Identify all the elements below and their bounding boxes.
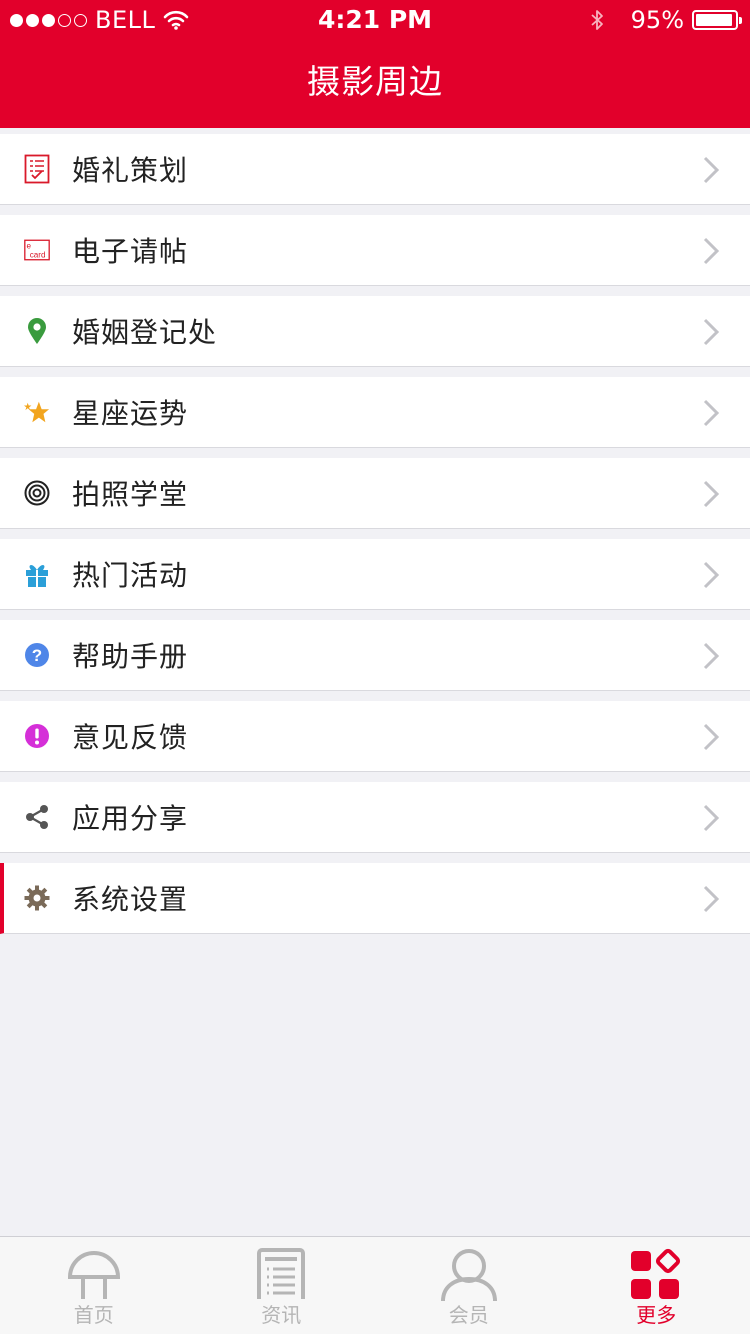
menu-item[interactable]: 婚礼策划 (0, 134, 750, 205)
battery-percent: 95% (630, 6, 684, 34)
battery-fill (696, 14, 733, 26)
menu-item[interactable]: 系统设置 (0, 863, 750, 934)
chevron-right-icon (702, 318, 720, 346)
tab-label: 会员 (444, 1299, 493, 1328)
tab-label: 资讯 (257, 1299, 306, 1328)
menu-item[interactable]: ? 帮助手册 (0, 620, 750, 691)
chevron-right-icon (702, 723, 720, 751)
menu-item[interactable]: 应用分享 (0, 782, 750, 853)
menu-item[interactable]: e card 电子请帖 (0, 215, 750, 286)
help-icon: ? (24, 642, 50, 668)
menu-list: 婚礼策划 e card 电子请帖 婚姻登记处 星座运势 拍照学堂 热门活动? 帮助手册 意见反馈应… (0, 134, 750, 944)
target-icon (24, 480, 50, 506)
menu-item[interactable]: 热门活动 (0, 539, 750, 610)
chevron-right-icon (702, 804, 720, 832)
status-right: 95% (589, 0, 742, 40)
bluetooth-icon (591, 10, 603, 30)
menu-item-label: 热门活动 (72, 559, 189, 592)
svg-text:card: card (30, 250, 46, 259)
status-bar: BELL 4:21 PM 95% (0, 0, 750, 40)
page-title: 摄影周边 (307, 62, 443, 101)
menu-item[interactable]: 拍照学堂 (0, 458, 750, 529)
chevron-right-icon (702, 480, 720, 508)
tab-home[interactable]: 首页 (0, 1237, 188, 1334)
chevron-right-icon (702, 156, 720, 184)
menu-item-label: 应用分享 (72, 802, 189, 835)
menu-item[interactable]: 意见反馈 (0, 701, 750, 772)
map-pin-icon (24, 318, 50, 344)
gear-icon (24, 885, 50, 911)
tab-label: 首页 (69, 1299, 118, 1328)
menu-item[interactable]: 婚姻登记处 (0, 296, 750, 367)
menu-item-label: 拍照学堂 (72, 478, 189, 511)
chevron-right-icon (702, 237, 720, 265)
share-icon (24, 804, 50, 830)
star-icon (24, 399, 50, 425)
chevron-right-icon (702, 561, 720, 589)
gift-icon (24, 561, 50, 587)
menu-item-label: 婚姻登记处 (72, 316, 218, 349)
chevron-right-icon (702, 642, 720, 670)
tab-news[interactable]: 资讯 (188, 1237, 376, 1334)
menu-item-label: 帮助手册 (72, 640, 189, 673)
tab-bar: 首页 资讯 会员 更多 (0, 1236, 750, 1334)
battery-icon (692, 10, 742, 30)
tab-label: 更多 (636, 1303, 677, 1327)
menu-item-label: 婚礼策划 (72, 154, 189, 187)
tab-more[interactable]: 更多 (563, 1237, 750, 1334)
menu-item-label: 系统设置 (72, 883, 189, 916)
menu-item-label: 星座运势 (72, 397, 189, 430)
menu-item-label: 电子请帖 (72, 235, 189, 268)
exclamation-icon (24, 723, 50, 749)
svg-text:e: e (26, 241, 31, 250)
checklist-icon (24, 154, 50, 184)
menu-item-label: 意见反馈 (72, 721, 189, 754)
svg-text:?: ? (32, 646, 42, 665)
chevron-right-icon (702, 399, 720, 427)
menu-item[interactable]: 星座运势 (0, 377, 750, 448)
header: BELL 4:21 PM 95% 摄影周边 (0, 0, 750, 128)
tab-user[interactable]: 会员 (375, 1237, 563, 1334)
chevron-right-icon (702, 885, 720, 913)
ecard-icon: e card (24, 237, 50, 263)
